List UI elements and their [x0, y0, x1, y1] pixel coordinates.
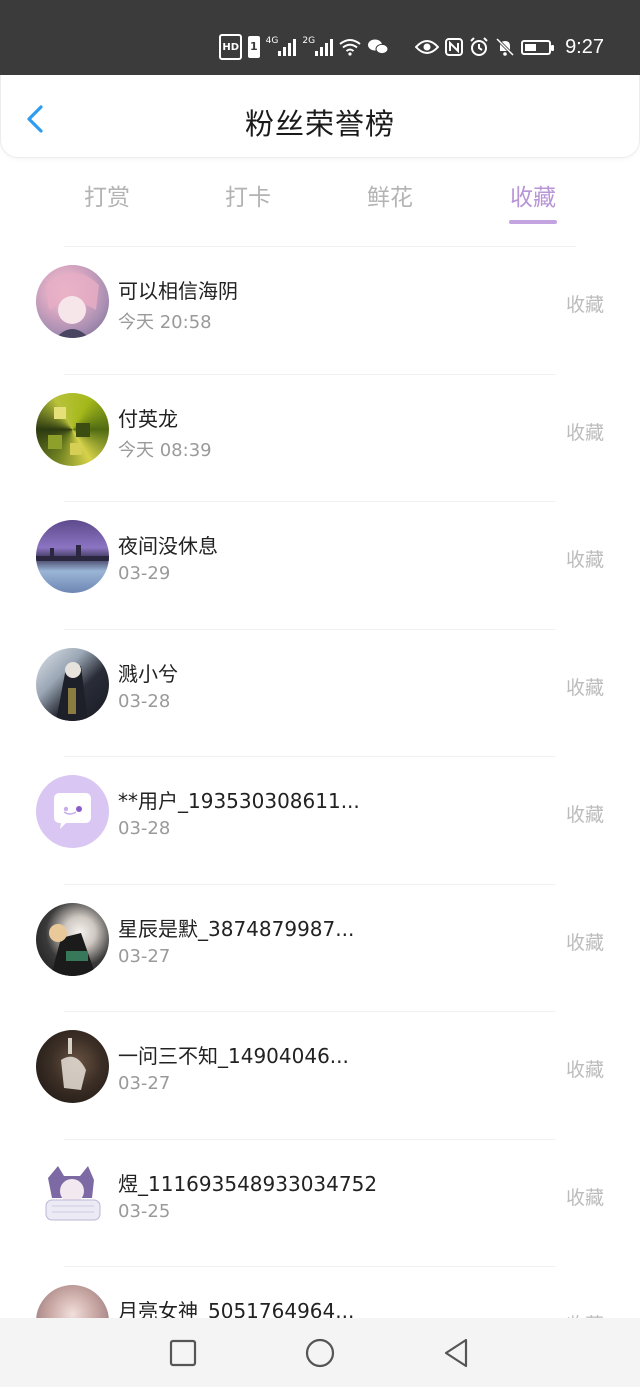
user-name: **用户_193530308611... [118, 789, 360, 813]
avatar [36, 902, 109, 976]
wechat-icon [367, 36, 389, 58]
avatar [36, 1030, 109, 1103]
header: 粉丝荣誉榜 [0, 75, 640, 158]
recent-apps-icon [169, 1339, 197, 1367]
user-time: 03-29 [118, 563, 171, 584]
user-time: 03-25 [118, 1200, 171, 1222]
list-item[interactable]: 星辰是默_3874879987... 03-27 收藏 [0, 885, 640, 1012]
battery-level [525, 43, 537, 51]
favorite-label: 收藏 [565, 549, 604, 571]
avatar [36, 392, 109, 466]
active-tab-indicator [509, 220, 557, 224]
user-name: 溅小兮 [118, 661, 178, 686]
default-avatar [36, 775, 109, 848]
mute-icon [495, 36, 515, 58]
battery-icon [521, 36, 555, 58]
home-icon [305, 1338, 335, 1368]
recent-apps-button[interactable] [166, 1336, 200, 1370]
nav-back-button[interactable] [440, 1336, 474, 1370]
home-button[interactable] [303, 1336, 337, 1370]
net-2g-label: 2G [302, 36, 316, 46]
user-time: 03-27 [118, 945, 171, 967]
user-time: 03-27 [118, 1073, 171, 1094]
favorite-label: 收藏 [565, 804, 604, 826]
net-4g-label: 4G [265, 36, 279, 46]
favorite-label: 收藏 [565, 1059, 604, 1081]
user-time: 今天 08:39 [118, 439, 212, 461]
nfc-icon [445, 36, 464, 58]
favorite-label: 收藏 [565, 421, 604, 444]
tab-checkin[interactable]: 打卡 [198, 178, 298, 212]
system-nav-bar [0, 1318, 640, 1387]
chat-bubble-icon [54, 793, 91, 829]
favorite-label: 收藏 [565, 294, 604, 316]
hd-icon: HD [219, 34, 242, 60]
signal-4g-icon: 4G [266, 36, 297, 58]
list-item[interactable]: 煜_111693548933034752 03-25 收藏 [0, 1140, 640, 1267]
user-name: 夜间没休息 [118, 534, 218, 558]
status-icons: HD 1 4G 2G 9:27 [219, 34, 604, 60]
sim-icon: 1 [248, 36, 260, 58]
status-bar: HD 1 4G 2G 9:27 [0, 0, 640, 75]
tab-flowers[interactable]: 鲜花 [340, 178, 440, 212]
user-name: 一问三不知_14904046... [118, 1044, 349, 1068]
list-item[interactable]: **用户_193530308611... 03-28 收藏 [0, 757, 640, 885]
avatar [36, 1157, 109, 1231]
user-name: 可以相信海阴 [118, 279, 238, 303]
alarm-icon [469, 36, 489, 58]
wifi-icon [339, 36, 361, 58]
user-time: 今天 20:58 [118, 312, 212, 333]
tab-reward[interactable]: 打赏 [57, 178, 157, 212]
favorite-label: 收藏 [565, 1186, 604, 1209]
avatar [36, 520, 109, 593]
favorite-label: 收藏 [565, 676, 604, 699]
status-time: 9:27 [565, 35, 604, 58]
signal-2g-icon: 2G [302, 36, 334, 58]
list-item[interactable]: 溅小兮 03-28 收藏 [0, 630, 640, 757]
list-item[interactable]: 付英龙 今天 08:39 收藏 [0, 375, 640, 502]
fan-list: 可以相信海阴 今天 20:58 收藏 付英龙 今天 08:39 收藏 夜间没休息… [0, 247, 640, 1395]
favorite-label: 收藏 [565, 931, 604, 954]
list-item[interactable]: 夜间没休息 03-29 收藏 [0, 502, 640, 630]
user-name: 星辰是默_3874879987... [118, 916, 355, 941]
tab-favorites[interactable]: 收藏 [483, 178, 583, 212]
list-item[interactable]: 一问三不知_14904046... 03-27 收藏 [0, 1012, 640, 1140]
user-name: 煜_111693548933034752 [118, 1171, 378, 1196]
user-name: 付英龙 [118, 406, 178, 431]
avatar [36, 647, 109, 721]
avatar [36, 265, 109, 338]
back-icon [444, 1338, 468, 1368]
user-time: 03-28 [118, 818, 171, 839]
eye-icon [415, 36, 440, 58]
list-item[interactable]: 可以相信海阴 今天 20:58 收藏 [0, 247, 640, 375]
tab-bar: 打赏 打卡 鲜花 收藏 [0, 172, 640, 232]
page-title: 粉丝荣誉榜 [244, 107, 395, 141]
user-time: 03-28 [118, 690, 171, 712]
